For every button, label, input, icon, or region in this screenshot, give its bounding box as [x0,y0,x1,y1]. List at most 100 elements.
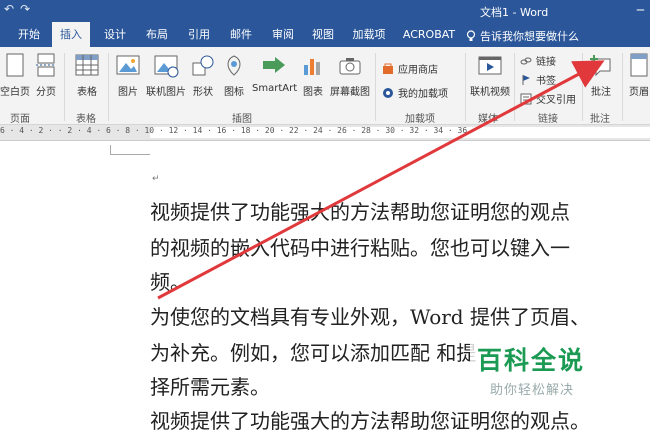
cover-page-button[interactable]: 空白页 [0,53,30,98]
addins-icon [383,87,393,98]
comment-icon [590,55,611,77]
group-label-media: 媒体 [478,114,498,125]
group-label-addins: 加载项 [405,114,435,125]
bookmark-icon [522,74,530,85]
paragraph-mark: ↵ [152,174,160,184]
bookmark-label: 书签 [536,76,556,87]
camera-icon [339,58,361,75]
crossref-label: 交叉引用 [536,95,576,106]
group-separator [465,53,466,121]
group-label-tables: 表格 [76,114,96,125]
table-icon [75,54,99,76]
shapes-button[interactable]: 形状 [189,53,217,98]
store-icon [383,63,393,74]
link-button[interactable]: 链接 [520,53,556,68]
cover-page-label: 空白页 [0,87,30,98]
doc-line-3[interactable]: 频。 [150,266,190,295]
picture-label: 图片 [118,87,138,98]
ribbon-tabs: 开始 插入 设计 布局 引用 邮件 审阅 视图 加载项 ACROBAT 告诉我你… [0,22,650,48]
chart-label: 图表 [303,87,323,98]
watermark-subtitle: 助你轻松解决 [490,383,575,398]
tab-view[interactable]: 视图 [304,22,342,47]
chart-icon [304,59,320,75]
doc-line-6[interactable]: 择所需元素。 [150,371,270,400]
group-separator [582,53,583,121]
link-label: 链接 [536,57,556,68]
table-label: 表格 [77,87,97,98]
online-picture-button[interactable]: 联机图片 [144,53,188,98]
minimize-button[interactable]: ─ [637,3,644,17]
screenshot-label: 屏幕截图 [330,87,370,98]
tab-references[interactable]: 引用 [180,22,218,47]
crossref-icon [520,93,532,104]
page-icon [6,53,24,77]
smartart-button[interactable]: SmartArt [252,53,298,94]
smartart-icon [263,57,285,73]
header-icon [630,53,648,77]
ruler-scale: 6 · 4 · 2 · · 2 · 4 · 6 · 8 · 10 · 12 · … [0,126,468,135]
group-label-links: 链接 [538,114,558,125]
tell-me-box[interactable]: 告诉我你想要做什么 [466,28,579,44]
tab-insert[interactable]: 插入 [52,22,90,48]
online-picture-label: 联机图片 [146,87,186,98]
crossref-button[interactable]: 交叉引用 [520,91,576,106]
chart-button[interactable]: 图表 [300,53,326,98]
tab-acrobat[interactable]: ACROBAT [400,22,458,47]
tab-design[interactable]: 设计 [96,22,134,47]
shapes-icon [192,55,214,76]
icons-icon [227,55,241,76]
tab-home[interactable]: 开始 [10,22,48,47]
bookmark-button[interactable]: 书签 [520,72,556,87]
redo-icon[interactable]: ↷ [20,2,30,16]
group-label-illustrations: 插图 [232,114,252,125]
document-title: 文档1 - Word [480,6,549,19]
doc-line-1[interactable]: 视频提供了功能强大的方法帮助您证明您的观点 [150,196,570,225]
header-button[interactable]: 页眉 [626,53,650,98]
lightbulb-icon [466,30,476,41]
smartart-label: SmartArt [252,83,298,94]
watermark-title: 百科全说 [477,346,586,375]
undo-icon[interactable]: ↶ [4,2,14,16]
tab-mailings[interactable]: 邮件 [222,22,260,47]
online-video-button[interactable]: 联机视频 [469,53,511,98]
link-icon [520,57,532,64]
doc-line-4[interactable]: 为使您的文档具有专业外观，Word 提供了页眉、 [150,301,590,330]
page-break-icon [36,53,56,77]
online-picture-icon [154,55,179,78]
title-bar: ↶ ↷ 文档1 - Word ─ [0,0,650,22]
group-separator [375,53,376,121]
quick-access-toolbar: ↶ ↷ [4,2,30,16]
my-addins-button[interactable]: 我的加载项 [382,85,448,100]
doc-line-2[interactable]: 的视频的嵌入代码中进行粘贴。您也可以键入一 [150,232,570,261]
picture-icon [116,55,140,75]
icons-button[interactable]: 图标 [220,53,248,98]
group-label-comments: 批注 [590,114,610,125]
comment-button[interactable]: 批注 [586,53,616,98]
picture-button[interactable]: 图片 [113,53,143,98]
doc-line-5[interactable]: 为补充。例如，您可以添加匹配 和提 [150,337,476,366]
group-separator [108,53,109,121]
doc-line-7[interactable]: 视频提供了功能强大的方法帮助您证明您的观点。 [150,405,590,433]
group-separator [514,53,515,121]
icons-label: 图标 [224,87,244,98]
group-label-pages: 页面 [10,114,30,125]
margin-corner-mark [110,145,150,155]
online-video-label: 联机视频 [470,87,510,98]
tab-addins[interactable]: 加载项 [346,22,392,47]
group-separator [64,53,65,121]
tab-review[interactable]: 审阅 [264,22,302,47]
horizontal-ruler[interactable]: 6 · 4 · 2 · · 2 · 4 · 6 · 8 · 10 · 12 · … [0,125,650,141]
my-addins-label: 我的加载项 [398,89,448,100]
page-break-label: 分页 [36,87,56,98]
store-button[interactable]: 应用商店 [382,61,438,76]
table-button[interactable]: 表格 [70,53,104,98]
page-break-button[interactable]: 分页 [33,53,59,98]
ribbon-insert: 空白页 分页 页面 表格 表格 图片 联机图片 形状 图标 SmartArt 图… [0,47,650,125]
shapes-label: 形状 [193,87,213,98]
tab-layout[interactable]: 布局 [138,22,176,47]
store-label: 应用商店 [398,65,438,76]
comment-label: 批注 [591,87,611,98]
tell-me-text: 告诉我你想要做什么 [480,30,579,43]
screenshot-button[interactable]: 屏幕截图 [328,53,372,98]
group-separator [622,53,623,121]
